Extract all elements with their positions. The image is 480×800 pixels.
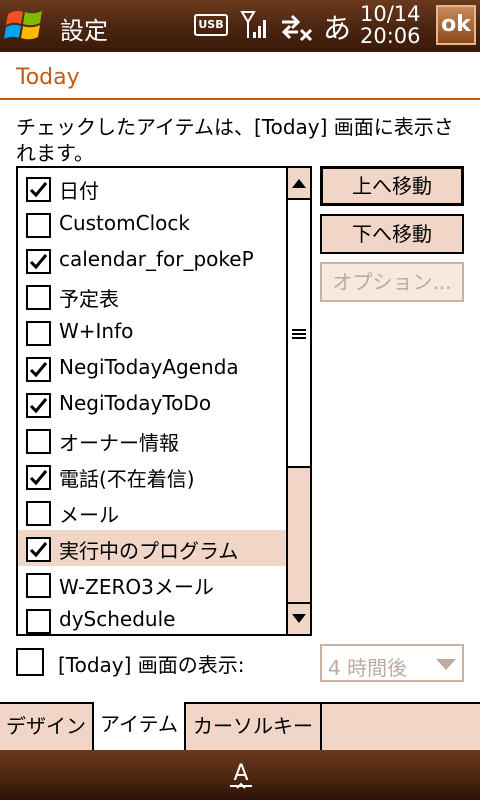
grip-icon bbox=[292, 329, 306, 339]
tab-cursor-keys[interactable]: カーソルキー bbox=[186, 704, 322, 750]
show-today-checkbox[interactable] bbox=[16, 648, 44, 676]
list-item-label: 予定表 bbox=[59, 287, 119, 311]
list-item[interactable]: 電話(不在着信) bbox=[18, 458, 286, 494]
tab-bar: デザイン アイテム カーソルキー bbox=[0, 702, 480, 750]
list-item-label: calendar_for_pokeP bbox=[59, 247, 254, 271]
list-item-label: CustomClock bbox=[59, 211, 190, 235]
list-item[interactable]: W-ZERO3メール bbox=[18, 566, 286, 602]
clock[interactable]: 10/14 20:06 bbox=[360, 3, 432, 47]
checkmark-icon bbox=[29, 362, 48, 378]
chevron-down-icon bbox=[436, 659, 456, 670]
signal-strength-icon[interactable] bbox=[240, 8, 270, 42]
checkmark-icon bbox=[29, 470, 48, 486]
sip-label: A bbox=[233, 761, 248, 786]
page-header: Today bbox=[0, 52, 480, 100]
move-up-button[interactable]: 上へ移動 bbox=[320, 166, 464, 206]
item-checkbox[interactable] bbox=[26, 321, 51, 346]
item-checkbox[interactable] bbox=[26, 357, 51, 382]
soft-key-bar: A bbox=[0, 750, 480, 800]
list-item[interactable]: CustomClock bbox=[18, 206, 286, 242]
tab-design[interactable]: デザイン bbox=[0, 704, 94, 750]
scroll-thumb[interactable] bbox=[288, 200, 310, 468]
scroll-up-arrow-icon bbox=[292, 179, 306, 188]
input-mode-indicator[interactable]: あ bbox=[323, 7, 351, 47]
list-item[interactable]: メール bbox=[18, 494, 286, 530]
item-checkbox[interactable] bbox=[26, 177, 51, 202]
list-item-label: NegiTodayAgenda bbox=[59, 355, 239, 379]
list-item[interactable]: 日付 bbox=[18, 170, 286, 206]
list-item[interactable]: calendar_for_pokeP bbox=[18, 242, 286, 278]
list-item[interactable]: NegiTodayAgenda bbox=[18, 350, 286, 386]
header-divider bbox=[0, 98, 480, 100]
list-item[interactable]: dySchedule bbox=[18, 602, 286, 638]
hours-dropdown[interactable]: 4 時間後 bbox=[320, 644, 464, 682]
tab-items[interactable]: アイテム bbox=[94, 702, 186, 750]
clock-date: 10/14 bbox=[360, 2, 421, 26]
list-item-label: 日付 bbox=[59, 179, 99, 203]
page-title: Today bbox=[16, 65, 80, 90]
title-bar: 設定 USB あ 10/14 20:06 ok bbox=[0, 0, 480, 52]
app-title: 設定 bbox=[60, 17, 108, 45]
item-checkbox[interactable] bbox=[26, 285, 51, 310]
ok-button[interactable]: ok bbox=[436, 5, 476, 45]
scroll-down-button[interactable] bbox=[288, 602, 310, 634]
move-down-button[interactable]: 下へ移動 bbox=[320, 214, 464, 254]
checkmark-icon bbox=[29, 398, 48, 414]
item-checkbox[interactable] bbox=[26, 609, 51, 634]
list-item[interactable]: 実行中のプログラム bbox=[18, 530, 286, 566]
clock-time: 20:06 bbox=[360, 24, 421, 48]
list-item[interactable]: オーナー情報 bbox=[18, 422, 286, 458]
list-item-label: オーナー情報 bbox=[59, 431, 179, 455]
list-scrollbar[interactable] bbox=[286, 168, 310, 634]
list-item[interactable]: 予定表 bbox=[18, 278, 286, 314]
scroll-up-button[interactable] bbox=[288, 168, 310, 200]
checkmark-icon bbox=[29, 542, 48, 558]
item-checkbox[interactable] bbox=[26, 501, 51, 526]
list-item-label: 実行中のプログラム bbox=[59, 539, 239, 563]
today-items-list[interactable]: 日付 CustomClock calendar_for_pokeP 予定表 W+Info… bbox=[16, 166, 312, 636]
item-checkbox[interactable] bbox=[26, 537, 51, 562]
item-checkbox[interactable] bbox=[26, 393, 51, 418]
list-item-label: 電話(不在着信) bbox=[59, 467, 195, 491]
connection-off-icon[interactable] bbox=[280, 10, 314, 44]
item-checkbox[interactable] bbox=[26, 573, 51, 598]
keyboard-input-icon[interactable]: A bbox=[226, 758, 256, 792]
instruction-text: チェックしたアイテムは、[Today] 画面に表示されます。 bbox=[16, 115, 454, 165]
list-item[interactable]: NegiTodayToDo bbox=[18, 386, 286, 422]
list-item-label: dySchedule bbox=[59, 607, 176, 631]
list-item[interactable]: W+Info bbox=[18, 314, 286, 350]
list-item-label: メール bbox=[59, 503, 119, 527]
item-checkbox[interactable] bbox=[26, 249, 51, 274]
hours-dropdown-value: 4 時間後 bbox=[328, 656, 408, 680]
item-checkbox[interactable] bbox=[26, 429, 51, 454]
options-button[interactable]: オプション... bbox=[320, 262, 464, 302]
checkmark-icon bbox=[29, 254, 48, 270]
list-item-label: NegiTodayToDo bbox=[59, 391, 212, 415]
windows-start-icon[interactable] bbox=[2, 4, 48, 48]
checkmark-icon bbox=[29, 182, 48, 198]
show-today-label: [Today] 画面の表示: bbox=[58, 653, 245, 677]
item-checkbox[interactable] bbox=[26, 213, 51, 238]
list-item-label: W-ZERO3メール bbox=[59, 575, 214, 599]
item-checkbox[interactable] bbox=[26, 465, 51, 490]
list-item-label: W+Info bbox=[59, 319, 134, 343]
scroll-down-arrow-icon bbox=[292, 614, 306, 623]
usb-icon: USB bbox=[194, 14, 228, 36]
